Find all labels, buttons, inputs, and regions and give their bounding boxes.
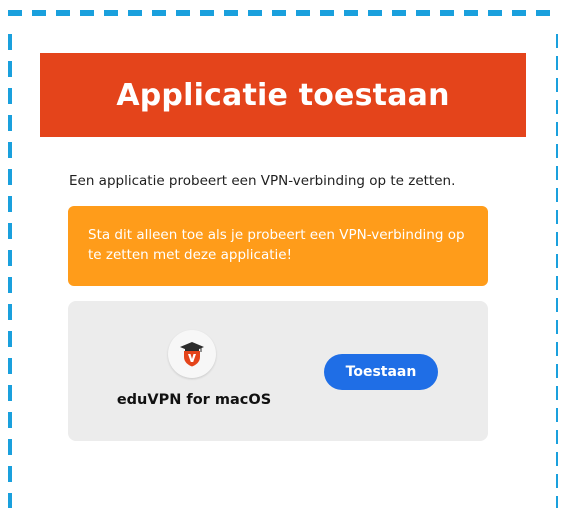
warning-text: Sta dit alleen toe als je probeert een V…: [88, 227, 465, 263]
intro-text: Een applicatie probeert een VPN-verbindi…: [69, 173, 456, 189]
eduvpn-logo-icon: [168, 330, 216, 378]
eduvpn-shield-icon: [180, 342, 204, 367]
dialog-header: Applicatie toestaan: [40, 53, 526, 137]
dashed-border-right: [556, 34, 558, 508]
allow-button[interactable]: Toestaan: [324, 354, 438, 390]
app-panel: eduVPN for macOS Toestaan: [68, 301, 488, 441]
dialog-title: Applicatie toestaan: [116, 77, 450, 113]
dashed-border-left: [8, 34, 12, 508]
dashed-border-top: [8, 10, 556, 16]
permission-dialog-frame: Applicatie toestaan Een applicatie probe…: [0, 0, 566, 508]
warning-box: Sta dit alleen toe als je probeert een V…: [68, 206, 488, 286]
app-name: eduVPN for macOS: [116, 392, 272, 408]
